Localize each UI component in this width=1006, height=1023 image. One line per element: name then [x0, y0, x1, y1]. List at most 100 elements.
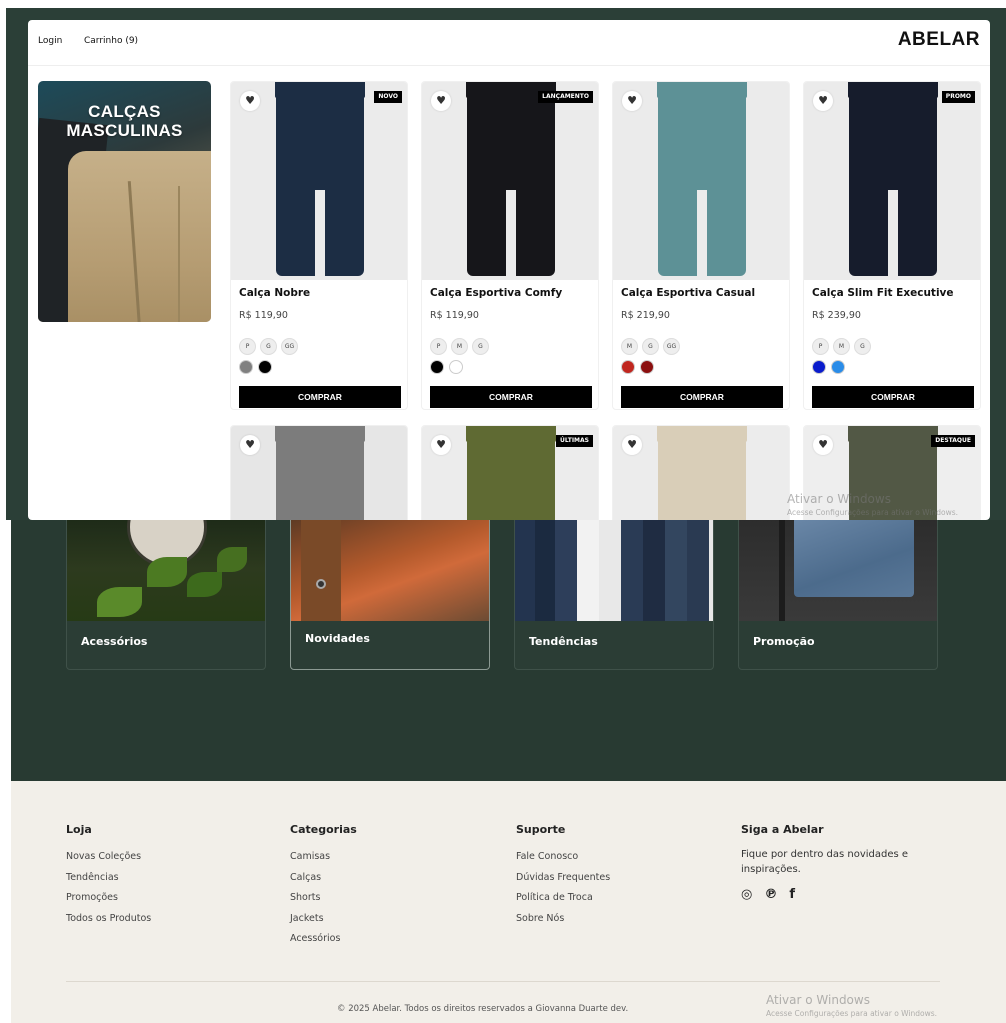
buy-button[interactable]: COMPRAR	[239, 386, 401, 408]
color-swatch[interactable]	[621, 360, 635, 374]
color-swatch[interactable]	[239, 360, 253, 374]
footer-col-store: Loja Novas Coleções Tendências Promoções…	[66, 823, 151, 929]
color-swatch[interactable]	[640, 360, 654, 374]
product-card[interactable]: ♥ NOVO Calça Nobre R$ 119,90 P G GG COMPRA…	[230, 81, 408, 410]
color-options	[239, 360, 272, 374]
category-label: Tendências	[529, 635, 598, 648]
footer-link[interactable]: Tendências	[66, 868, 151, 889]
product-card[interactable]: ♥ PROMO Calça Slim Fit Executive R$ 239,…	[803, 81, 981, 410]
color-swatch[interactable]	[812, 360, 826, 374]
buy-button[interactable]: COMPRAR	[812, 386, 974, 408]
color-swatch[interactable]	[258, 360, 272, 374]
categories-section: Acessórios Novidades Tendências Promoção	[11, 520, 1006, 781]
size-option[interactable]: M	[833, 338, 850, 355]
footer-link[interactable]: Fale Conosco	[516, 847, 610, 868]
size-option[interactable]: P	[430, 338, 447, 355]
buy-button[interactable]: COMPRAR	[430, 386, 592, 408]
product-image[interactable]: ♥	[613, 426, 789, 520]
footer-link[interactable]: Promoções	[66, 888, 151, 909]
footer-link[interactable]: Novas Coleções	[66, 847, 151, 868]
store-screenshot: Login Carrinho (9) ABELAR CALÇAS MASCULI…	[6, 8, 1006, 520]
product-card[interactable]: ♥	[230, 425, 408, 520]
favorite-heart-icon[interactable]: ♥	[813, 91, 833, 111]
footer-link[interactable]: Sobre Nós	[516, 909, 610, 930]
product-image[interactable]: ♥ ÚLTIMAS	[422, 426, 598, 520]
banner-title: CALÇAS MASCULINAS	[38, 102, 211, 140]
color-swatch[interactable]	[430, 360, 444, 374]
login-link[interactable]: Login	[38, 36, 62, 46]
category-card-accessories[interactable]: Acessórios	[66, 520, 266, 670]
size-option[interactable]: M	[621, 338, 638, 355]
product-card[interactable]: ♥ Calça Esportiva Casual R$ 219,90 M G GG …	[612, 81, 790, 410]
footer-link[interactable]: Acessórios	[290, 929, 357, 950]
favorite-heart-icon[interactable]: ♥	[622, 91, 642, 111]
product-image[interactable]: ♥ PROMO	[804, 82, 980, 280]
product-name[interactable]: Calça Esportiva Comfy	[430, 287, 562, 299]
color-swatch[interactable]	[831, 360, 845, 374]
favorite-heart-icon[interactable]: ♥	[240, 91, 260, 111]
pants-image	[275, 82, 365, 280]
banner-title-line: CALÇAS	[88, 102, 161, 121]
size-option[interactable]: P	[239, 338, 256, 355]
product-card[interactable]: ♥ ÚLTIMAS	[421, 425, 599, 520]
product-price: R$ 119,90	[430, 310, 479, 321]
footer-link[interactable]: Jackets	[290, 909, 357, 930]
favorite-heart-icon[interactable]: ♥	[431, 435, 451, 455]
footer-link[interactable]: Política de Troca	[516, 888, 610, 909]
color-swatch[interactable]	[449, 360, 463, 374]
product-card[interactable]: ♥ LANÇAMENTO Calça Esportiva Comfy R$ 11…	[421, 81, 599, 410]
color-options	[430, 360, 463, 374]
size-option[interactable]: M	[451, 338, 468, 355]
product-name[interactable]: Calça Nobre	[239, 287, 310, 299]
windows-activation-watermark: Ativar o Windows Acesse Configurações pa…	[787, 492, 958, 517]
buy-button[interactable]: COMPRAR	[621, 386, 783, 408]
brand-logo[interactable]: ABELAR	[898, 29, 980, 51]
size-option[interactable]: GG	[281, 338, 298, 355]
watermark-subtitle: Acesse Configurações para ativar o Windo…	[766, 1009, 938, 1018]
size-option[interactable]: G	[260, 338, 277, 355]
product-card[interactable]: ♥	[612, 425, 790, 520]
favorite-heart-icon[interactable]: ♥	[813, 435, 833, 455]
favorite-heart-icon[interactable]: ♥	[240, 435, 260, 455]
banner-pleat-shape	[178, 186, 180, 322]
footer-heading: Siga a Abelar	[741, 823, 824, 836]
product-name[interactable]: Calça Esportiva Casual	[621, 287, 755, 299]
size-option[interactable]: G	[472, 338, 489, 355]
size-options: PMG	[812, 338, 871, 355]
cart-link[interactable]: Carrinho (9)	[84, 36, 138, 46]
category-label: Promoção	[753, 635, 815, 648]
size-option[interactable]: G	[642, 338, 659, 355]
footer-link[interactable]: Todos os Produtos	[66, 909, 151, 930]
color-options	[812, 360, 845, 374]
category-card-new[interactable]: Novidades	[290, 520, 490, 670]
product-price: R$ 219,90	[621, 310, 670, 321]
pinterest-icon[interactable]: ℗	[764, 887, 777, 903]
instagram-icon[interactable]: ◎	[741, 887, 752, 903]
category-banner: CALÇAS MASCULINAS	[38, 81, 211, 322]
favorite-heart-icon[interactable]: ♥	[431, 91, 451, 111]
product-image[interactable]: ♥ NOVO	[231, 82, 407, 280]
footer-link[interactable]: Shorts	[290, 888, 357, 909]
product-badge: DESTAQUE	[931, 435, 975, 447]
size-option[interactable]: GG	[663, 338, 680, 355]
favorite-heart-icon[interactable]: ♥	[622, 435, 642, 455]
product-name[interactable]: Calça Slim Fit Executive	[812, 287, 954, 299]
size-option[interactable]: G	[854, 338, 871, 355]
category-image	[291, 520, 489, 621]
pants-image	[466, 426, 556, 520]
category-image	[67, 520, 265, 621]
pants-image	[657, 426, 747, 520]
facebook-icon[interactable]: f	[789, 887, 795, 903]
product-image[interactable]: ♥	[613, 82, 789, 280]
footer-link[interactable]: Dúvidas Frequentes	[516, 868, 610, 889]
category-label: Acessórios	[81, 635, 148, 648]
footer-link[interactable]: Camisas	[290, 847, 357, 868]
footer-link[interactable]: Calças	[290, 868, 357, 889]
product-image[interactable]: ♥	[231, 426, 407, 520]
product-badge: ÚLTIMAS	[556, 435, 593, 447]
footer-col-categories: Categorias Camisas Calças Shorts Jackets…	[290, 823, 357, 950]
product-image[interactable]: ♥ LANÇAMENTO	[422, 82, 598, 280]
category-card-trends[interactable]: Tendências	[514, 520, 714, 670]
category-card-promo[interactable]: Promoção	[738, 520, 938, 670]
size-option[interactable]: P	[812, 338, 829, 355]
